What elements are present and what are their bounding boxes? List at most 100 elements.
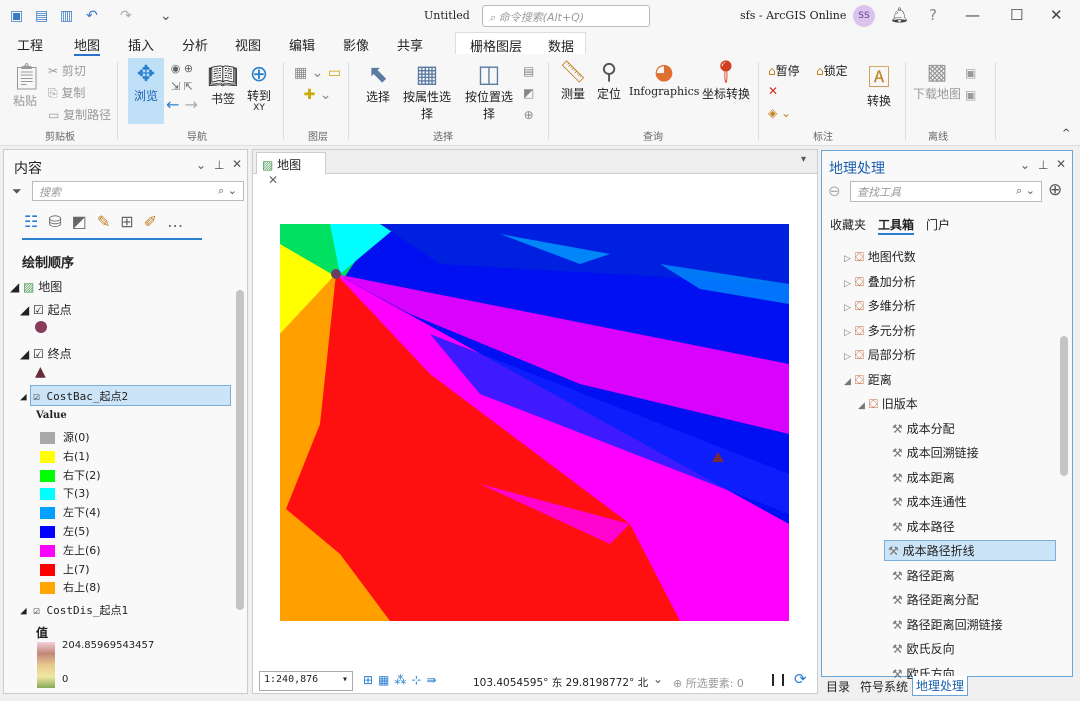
tool-item[interactable]: ⚒ 成本回溯链接 [892, 444, 979, 461]
pause-labels-button[interactable]: ⌂暂停 [768, 62, 800, 79]
pause-drawing-button[interactable]: ❙❙ [768, 672, 788, 686]
maximize-button[interactable]: ☐ [1010, 6, 1023, 24]
pane-menu-icon[interactable]: ⌄ [1020, 158, 1030, 172]
filter-icon[interactable]: ⏷ [12, 184, 22, 199]
command-search-input[interactable]: ⌕ 命令搜索(Alt+Q) [482, 5, 650, 27]
add-icon[interactable]: ⊕ [1048, 180, 1062, 200]
tab-map[interactable]: 地图 [74, 35, 101, 56]
tool-item[interactable]: ⚒ 成本分配 [892, 420, 955, 437]
measure-button[interactable]: 📏︎ 测量 [558, 60, 588, 102]
tool-item[interactable]: ⚒ 成本距离 [892, 469, 955, 486]
tab-share[interactable]: 共享 [397, 35, 423, 54]
contents-search-input[interactable]: 搜索 ⌕ ⌄ [32, 181, 244, 201]
close-button[interactable]: ✕ [1050, 6, 1063, 24]
offline-tools[interactable]: ▣ ▣ [965, 62, 976, 106]
clear-labels-icon[interactable]: ✕ [768, 84, 778, 98]
close-pane-icon[interactable]: ✕ [1056, 157, 1066, 171]
copy-button[interactable]: ⎘ 复制 [48, 84, 85, 101]
toolbox-item[interactable]: ◢ ⛋ 旧版本 [858, 395, 918, 412]
tab-edit[interactable]: 编辑 [289, 35, 315, 54]
refresh-icon[interactable]: ⟳ [794, 670, 807, 688]
cut-button[interactable]: ✂ 剪切 [48, 62, 86, 79]
tool-item[interactable]: ⚒ 成本路径折线 [884, 540, 1056, 561]
redo-icon[interactable]: ↷ [120, 8, 132, 24]
group-label-labeling: 标注 [813, 132, 833, 143]
toolbox-item[interactable]: ▷ ⛋ 多维分析 [844, 297, 916, 314]
tool-item[interactable]: ⚒ 成本连通性 [892, 493, 967, 510]
tab-symbology[interactable]: 符号系统 [860, 678, 908, 695]
tool-item[interactable]: ⚒ 路径距离回溯链接 [892, 616, 1003, 633]
minimize-button[interactable]: — [965, 6, 980, 24]
open-icon[interactable]: ▤ [35, 8, 48, 24]
tool-search-input[interactable]: 查找工具 ⌕ ⌄ [850, 181, 1042, 202]
copy-path-button[interactable]: ▭ 复制路径 [48, 106, 111, 123]
tab-geoprocessing[interactable]: 地理处理 [912, 676, 969, 696]
label-options-icon[interactable]: ◈ ⌄ [768, 106, 791, 120]
collapse-ribbon-icon[interactable]: ^ [1062, 128, 1070, 139]
download-map-button[interactable]: ▩ 下载地图 [912, 60, 962, 102]
layer-costback[interactable]: ◢ ☑ CostBac_起点2 [20, 388, 128, 404]
raster-map[interactable] [280, 224, 789, 621]
scale-select[interactable]: 1:240,876 ▾ [259, 671, 353, 691]
tab-toolboxes[interactable]: 工具箱 [878, 216, 915, 235]
contents-scrollbar[interactable] [236, 290, 244, 610]
tab-catalog[interactable]: 目录 [826, 678, 850, 695]
back-icon[interactable]: ⊖ [828, 182, 841, 200]
paste-button[interactable]: 📋︎ 粘贴 [10, 62, 43, 109]
customize-qat-icon[interactable]: ⌄ [160, 8, 172, 24]
toolbox-item[interactable]: ▷ ⛋ 叠加分析 [844, 273, 916, 290]
layer-costdist[interactable]: ◢ ☑ CostDis_起点1 [20, 602, 128, 618]
tab-map-view[interactable]: ▨ 地图 ✕ [256, 152, 326, 187]
toolbox-scrollbar[interactable] [1060, 336, 1068, 476]
selection-small-tools[interactable]: ▤ ◩ ⊕ [523, 60, 534, 126]
select-by-location-button[interactable]: ◫ 按位置选择 [460, 60, 518, 122]
tab-data[interactable]: 数据 [548, 36, 574, 55]
tab-analysis[interactable]: 分析 [182, 35, 208, 54]
pane-menu-icon[interactable]: ⌄ [196, 158, 206, 172]
tab-view[interactable]: 视图 [235, 35, 261, 54]
coord-format-dropdown[interactable]: ⌄ [653, 672, 663, 686]
map-status-tools[interactable]: ⊞▦⁂⊹⇛ [363, 673, 442, 687]
tab-project[interactable]: 工程 [17, 35, 43, 54]
avatar[interactable]: SS [853, 5, 875, 27]
tool-item[interactable]: ⚒ 欧氏反向 [892, 640, 955, 657]
pin-pane-icon[interactable]: ⊥ [1038, 158, 1048, 172]
tab-favorites[interactable]: 收藏夹 [830, 216, 866, 233]
toolbox-item[interactable]: ▷ ⛋ 地图代数 [844, 248, 916, 265]
bookmarks-button[interactable]: 📖︎ 书签 [207, 62, 239, 107]
layer-end-point[interactable]: ◢ ☑ 终点 [20, 345, 72, 362]
infographics-button[interactable]: ◕ Infographics [629, 60, 699, 98]
goto-xy-button[interactable]: ⊕ 转到 XY [244, 62, 274, 113]
convert-coordinates-button[interactable]: 📍︎ 坐标转换 [702, 60, 750, 102]
tool-item[interactable]: ⚒ 路径距离 [892, 567, 955, 584]
layer-tools[interactable]: ▦ ⌄ ▭ ✚ ⌄ [294, 62, 341, 106]
tool-item[interactable]: ⚒ 成本路径 [892, 518, 955, 535]
contents-view-toolbar[interactable]: ☷⛁◩✎⊞✐… [24, 212, 193, 231]
tab-imagery[interactable]: 影像 [343, 35, 369, 54]
tab-insert[interactable]: 插入 [128, 35, 154, 54]
toolbox-item[interactable]: ▷ ⛋ 局部分析 [844, 346, 916, 363]
convert-labels-button[interactable]: 🄰 转换 [864, 60, 894, 109]
tool-item[interactable]: ⚒ 路径距离分配 [892, 591, 979, 608]
lock-labels-button[interactable]: ⌂锁定 [816, 62, 848, 79]
map-node[interactable]: ◢ ▨ 地图 [10, 278, 62, 295]
collapsed-arrow-icon: ▷ [844, 352, 851, 362]
pin-pane-icon[interactable]: ⊥ [214, 158, 224, 172]
explore-button[interactable]: ✥ 浏览 [128, 58, 164, 124]
toolbox-item[interactable]: ▷ ⛋ 多元分析 [844, 322, 916, 339]
tab-menu-icon[interactable]: ▾ [801, 154, 806, 165]
tab-raster-layer[interactable]: 栅格图层 [470, 36, 522, 55]
close-pane-icon[interactable]: ✕ [232, 157, 242, 171]
toolbox-item[interactable]: ◢ ⛋ 距离 [844, 371, 892, 388]
locate-button[interactable]: ⚲ 定位 [594, 60, 624, 102]
undo-icon[interactable]: ↶ [86, 8, 98, 24]
help-icon[interactable]: ? [929, 6, 937, 24]
select-by-attribute-button[interactable]: ▦ 按属性选择 [398, 60, 456, 122]
tab-portal[interactable]: 门户 [926, 216, 950, 233]
layer-start-point[interactable]: ◢ ☑ 起点 [20, 301, 72, 318]
new-project-icon[interactable]: ▣ [10, 8, 23, 24]
select-button[interactable]: ⬉ 选择 [364, 60, 392, 105]
save-icon[interactable]: ▥ [60, 8, 73, 24]
bell-icon[interactable]: 🔔︎ [890, 6, 909, 24]
nav-tools[interactable]: ◉ ⊕ ⇲ ⇱ ← → [166, 60, 198, 116]
